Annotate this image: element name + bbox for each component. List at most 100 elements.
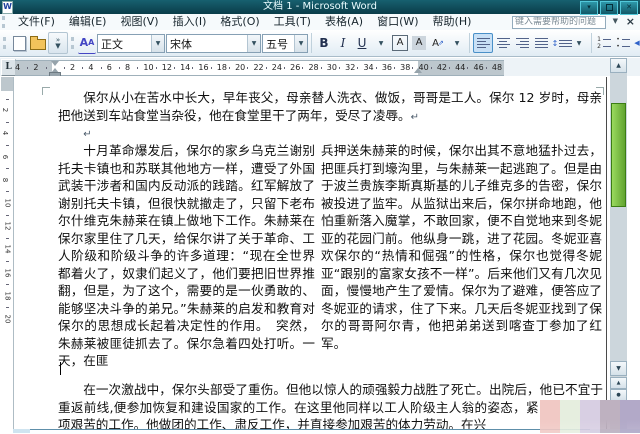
character-shading-button[interactable]: A — [410, 33, 428, 53]
ruler-number: 20 — [235, 63, 245, 73]
size-combo[interactable]: 五号 ▼ — [262, 34, 308, 53]
help-question-input[interactable]: 键入需要帮助的问题 — [512, 16, 606, 29]
vruler-tick — [6, 307, 9, 308]
menu-item[interactable]: 表格(A) — [318, 14, 370, 30]
help-dropdown-icon[interactable]: ▼ — [613, 17, 618, 25]
vruler-tick — [6, 261, 9, 262]
justify-button[interactable] — [473, 33, 493, 53]
font-dropdown-icon[interactable]: ▼ — [247, 35, 260, 52]
vertical-scrollbar[interactable]: ▲ ▼ ▲ ● ▼ — [610, 58, 627, 429]
vruler-tick — [6, 99, 9, 100]
ruler-number: 4 — [88, 63, 93, 73]
vruler-number: 2 — [1, 108, 9, 112]
vruler-number: 10 — [3, 199, 11, 208]
browse-previous-button[interactable]: ▲ — [610, 377, 627, 389]
scaling-dropdown-icon[interactable]: ▼ — [448, 33, 466, 53]
character-scaling-button[interactable]: A⇗ — [429, 33, 447, 53]
ruler-tick — [82, 67, 83, 69]
character-border-icon: A — [392, 35, 408, 51]
style-combo[interactable]: 正文 ▼ — [97, 34, 165, 53]
scroll-down-button[interactable]: ▼ — [610, 361, 627, 376]
vruler-tick — [6, 238, 9, 239]
menu-item[interactable]: 帮助(H) — [426, 14, 479, 30]
tab-selector-button[interactable]: L — [1, 59, 16, 76]
window-title: 文档 1 - Microsoft Word — [0, 0, 640, 14]
close-button[interactable]: ✕ — [620, 1, 638, 15]
align-justify-icon — [477, 38, 490, 48]
font-combo[interactable]: 宋体 ▼ — [166, 34, 261, 53]
vruler-number: 6 — [1, 154, 9, 158]
restore-button[interactable] — [600, 1, 618, 15]
size-value: 五号 — [263, 35, 294, 52]
open-button[interactable] — [29, 33, 47, 53]
ruler-number: 28 — [308, 63, 318, 73]
first-line-indent-marker[interactable] — [51, 61, 59, 66]
arrow-left-icon: ◀ — [634, 39, 639, 47]
ruler-tick — [357, 67, 358, 69]
menubar-drag-handle[interactable] — [2, 16, 8, 28]
line-spacing-dropdown-icon[interactable]: ▼ — [570, 33, 588, 53]
size-dropdown-icon[interactable]: ▼ — [294, 35, 307, 52]
new-document-button[interactable] — [10, 33, 28, 53]
ruler-number: 4 — [15, 63, 20, 73]
decrease-indent-button[interactable]: ◀ — [633, 33, 640, 53]
ruler-number: 6 — [107, 63, 112, 73]
toolbar-drag-handle[interactable] — [3, 37, 6, 49]
chevron-down-icon: ▼ — [55, 43, 60, 49]
menu-item[interactable]: 窗口(W) — [370, 14, 425, 30]
ruler-tick — [302, 67, 303, 69]
ruler-number: 18 — [217, 63, 227, 73]
ruler-number: 22 — [253, 63, 263, 73]
column-left: 十月革命爆发后，保尔的家乡乌克兰谢别托夫卡镇也和苏联其他地方一样，遭受了外国武装… — [58, 142, 315, 371]
scrollbar-thumb[interactable] — [611, 103, 626, 207]
style-dropdown-icon[interactable]: ▼ — [151, 35, 164, 52]
underline-button[interactable]: U — [353, 33, 371, 53]
distribute-button[interactable] — [532, 33, 550, 53]
horizontal-scrollbar-thumb[interactable] — [30, 429, 590, 434]
vruler-tick — [6, 284, 9, 285]
vruler-number: 18 — [3, 291, 11, 300]
underline-dropdown-icon[interactable]: ▼ — [372, 33, 390, 53]
align-right-button[interactable] — [513, 33, 531, 53]
line-spacing-button[interactable]: ↕ — [551, 33, 569, 53]
vertical-ruler: 2468101214161820 — [1, 77, 14, 429]
ruler-tick — [449, 67, 450, 69]
ruler-number: 2 — [70, 63, 75, 73]
numbering-button[interactable]: 12 — [595, 33, 613, 53]
separator — [311, 33, 312, 53]
center-button[interactable] — [494, 33, 512, 53]
italic-button[interactable]: I — [334, 33, 352, 53]
menu-item[interactable]: 格式(O) — [213, 14, 266, 30]
ruler-tick — [431, 67, 432, 69]
bullets-button[interactable]: •• — [614, 33, 632, 53]
vruler-number: 16 — [3, 268, 11, 277]
ruler-tick — [412, 67, 413, 69]
toolbar-options-button[interactable]: »▼ — [48, 32, 68, 54]
character-border-button[interactable]: A — [391, 33, 409, 53]
empty-paragraph: ↵ — [58, 124, 258, 142]
style-value: 正文 — [98, 35, 151, 52]
ruler-tick — [46, 67, 47, 69]
menu-item[interactable]: 编辑(E) — [62, 14, 114, 30]
ruler-tick — [192, 67, 193, 69]
scaling-arrows-icon: ⇗ — [438, 39, 444, 47]
ruler-tick — [156, 67, 157, 69]
document-close-button[interactable]: × — [626, 15, 635, 28]
column-right: 兵押送朱赫莱的时候，保尔出其不意地猛扑过去，把匪兵打到壕沟里，与朱赫莱一起逃跑了… — [321, 142, 602, 371]
formatting-drag-handle[interactable] — [71, 37, 74, 49]
minimize-button[interactable]: ▾ — [580, 1, 598, 15]
bold-button[interactable]: B — [315, 33, 333, 53]
menu-item[interactable]: 视图(V) — [113, 14, 165, 30]
ruler-number: 32 — [345, 63, 355, 73]
menu-item[interactable]: 插入(I) — [166, 14, 214, 30]
styles-formatting-button[interactable]: AA — [78, 33, 96, 54]
ruler-tick — [467, 67, 468, 69]
ruler-tick — [266, 67, 267, 69]
ruler-tick — [247, 67, 248, 69]
scroll-up-button[interactable]: ▲ — [610, 58, 627, 73]
ruler-number: 24 — [272, 63, 282, 73]
menu-item[interactable]: 文件(F) — [11, 14, 62, 30]
ruler-tick — [64, 67, 65, 69]
paragraph-mark: ↵ — [411, 112, 419, 123]
menu-item[interactable]: 工具(T) — [267, 14, 318, 30]
